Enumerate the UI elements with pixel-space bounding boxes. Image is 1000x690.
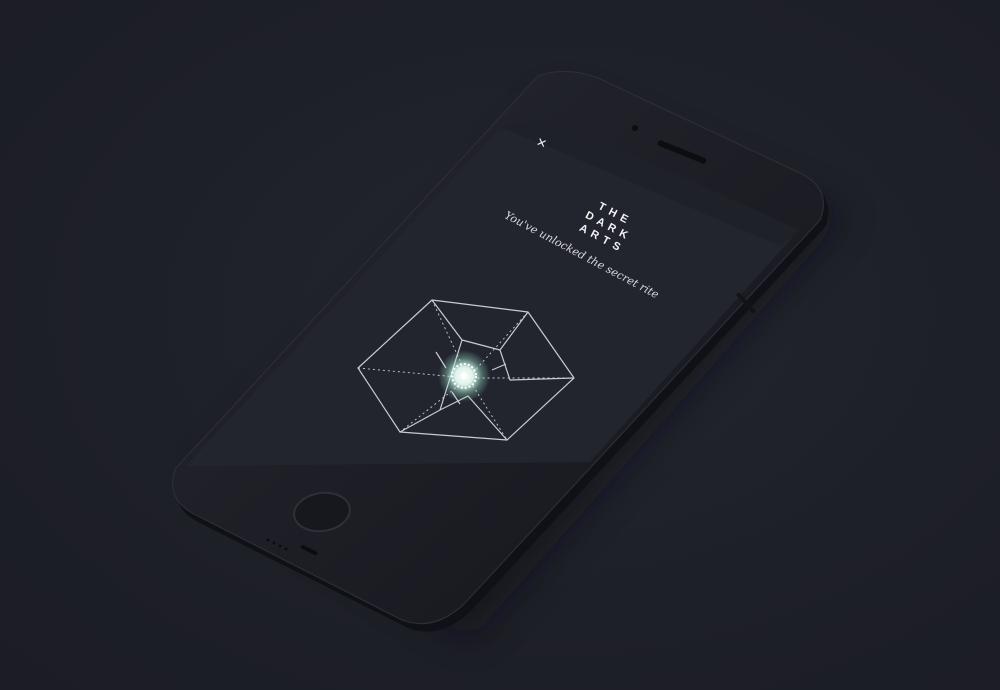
phone-mockup: × T H E D A R K A R T S You've unlocked …	[172, 70, 845, 640]
glowing-sigil-icon[interactable]	[438, 350, 490, 402]
front-camera	[632, 125, 638, 131]
scene-background: × T H E D A R K A R T S You've unlocked …	[0, 0, 1000, 690]
